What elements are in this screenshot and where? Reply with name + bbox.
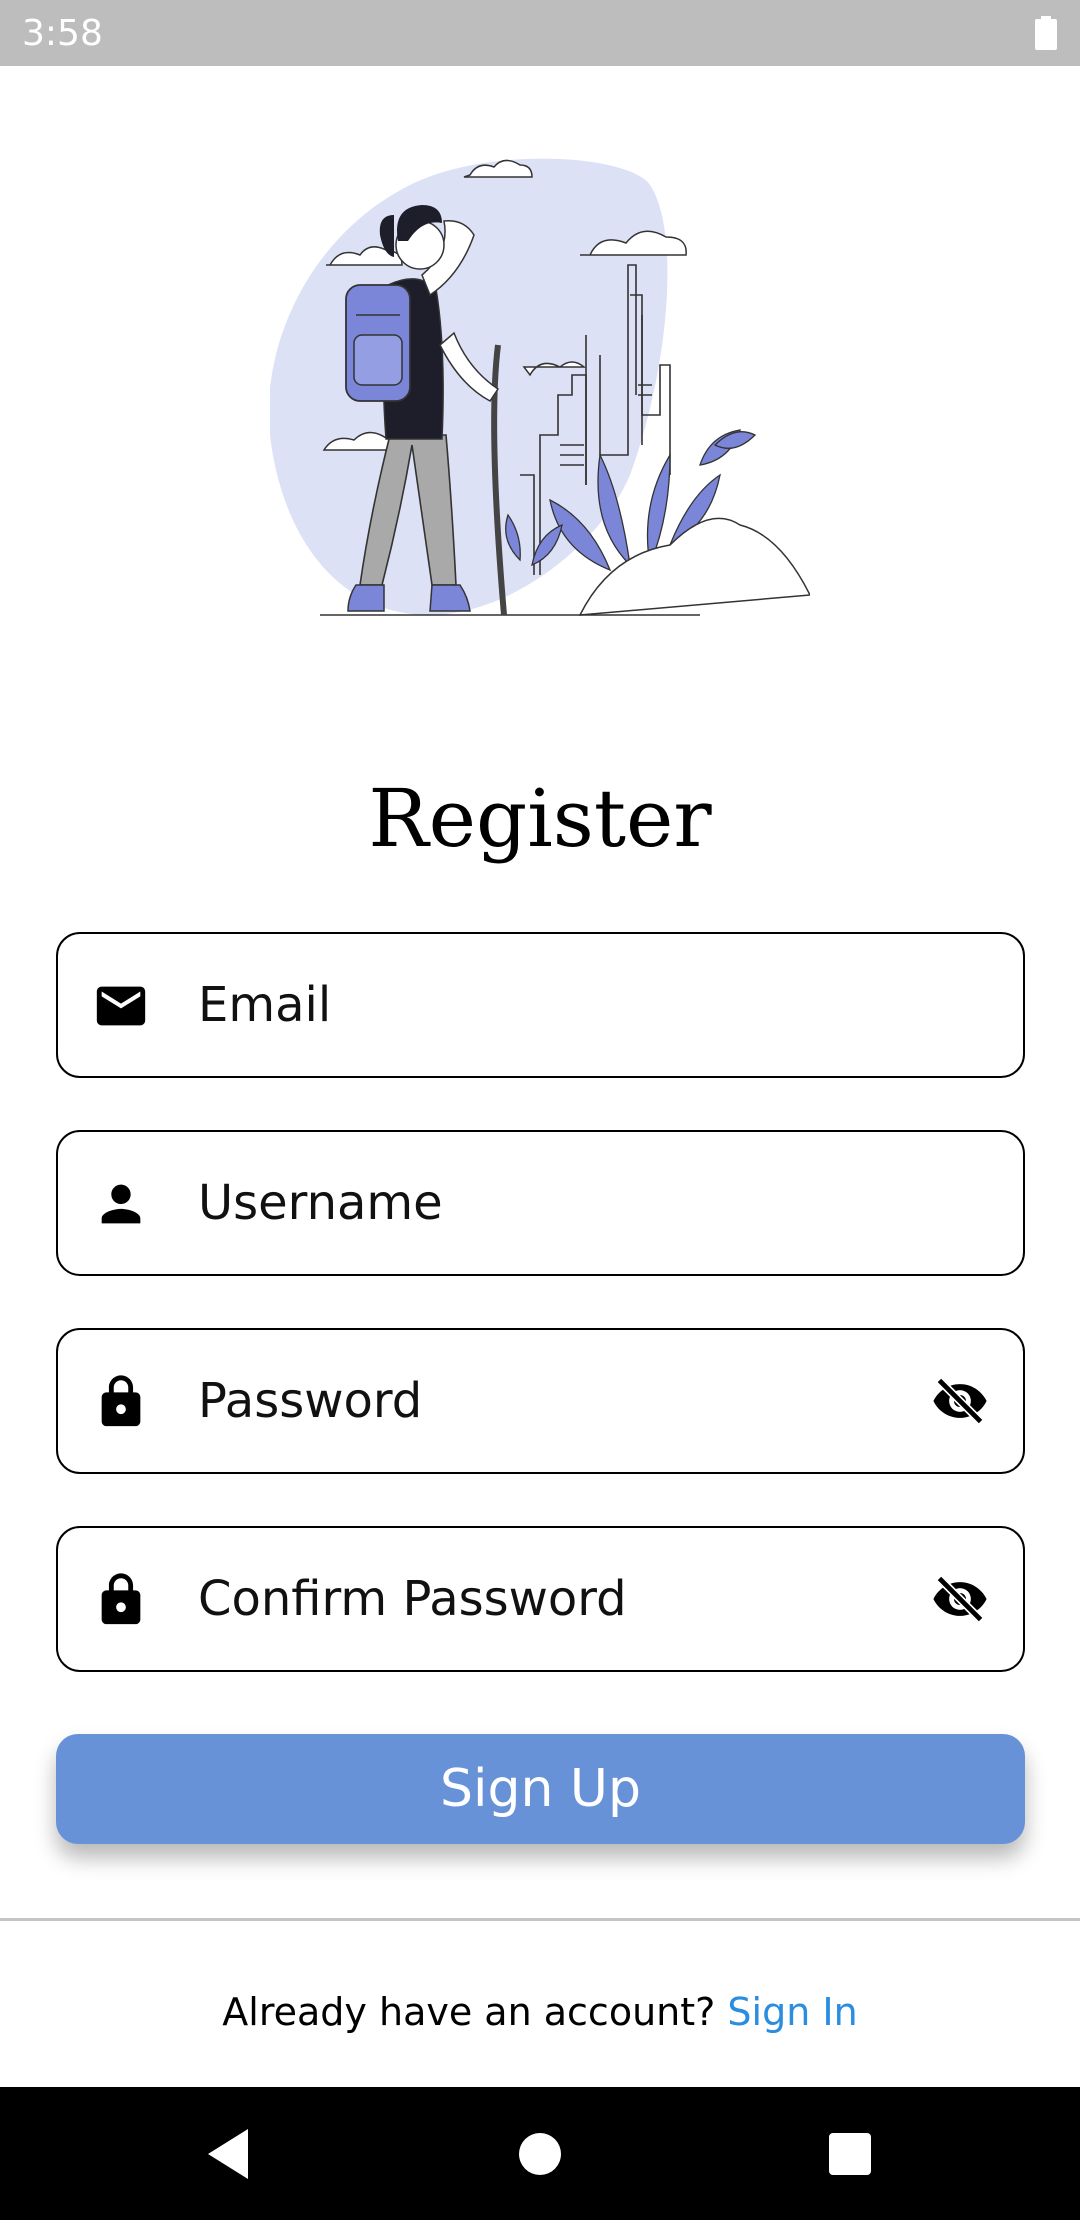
battery-full-icon <box>1035 16 1057 50</box>
email-field[interactable] <box>56 932 1025 1078</box>
person-icon <box>101 1184 141 1224</box>
confirm-password-input[interactable] <box>198 1528 938 1669</box>
password-field[interactable] <box>56 1328 1025 1474</box>
email-input[interactable] <box>198 934 938 1075</box>
username-input[interactable] <box>198 1132 938 1273</box>
page-title: Register <box>368 772 712 865</box>
status-bar: 3:58 <box>0 0 1080 66</box>
navigation-bar <box>0 2087 1080 2220</box>
hiker-city-illustration <box>270 158 810 616</box>
confirm-password-field[interactable] <box>56 1526 1025 1672</box>
back-triangle-icon[interactable] <box>200 2119 270 2189</box>
lock-icon <box>101 1573 141 1625</box>
sign-in-link[interactable]: Sign In <box>727 1990 857 2034</box>
divider <box>0 1918 1080 1921</box>
username-field[interactable] <box>56 1130 1025 1276</box>
home-circle-icon[interactable] <box>505 2119 575 2189</box>
sign-in-prompt-text: Already have an account? <box>222 1990 716 2034</box>
status-time: 3:58 <box>22 13 103 54</box>
recents-square-icon[interactable] <box>815 2119 885 2189</box>
register-screen: 3:58 Register Email Username Sign Up Alr… <box>0 0 1080 2220</box>
mail-icon <box>96 986 146 1026</box>
sign-up-button[interactable]: Sign Up <box>56 1734 1025 1844</box>
visibility-off-icon[interactable] <box>928 1570 992 1628</box>
password-input[interactable] <box>198 1330 938 1471</box>
lock-icon <box>101 1375 141 1427</box>
sign-in-prompt: Already have an account? Sign In <box>0 1990 1080 2034</box>
visibility-off-icon[interactable] <box>928 1372 992 1430</box>
